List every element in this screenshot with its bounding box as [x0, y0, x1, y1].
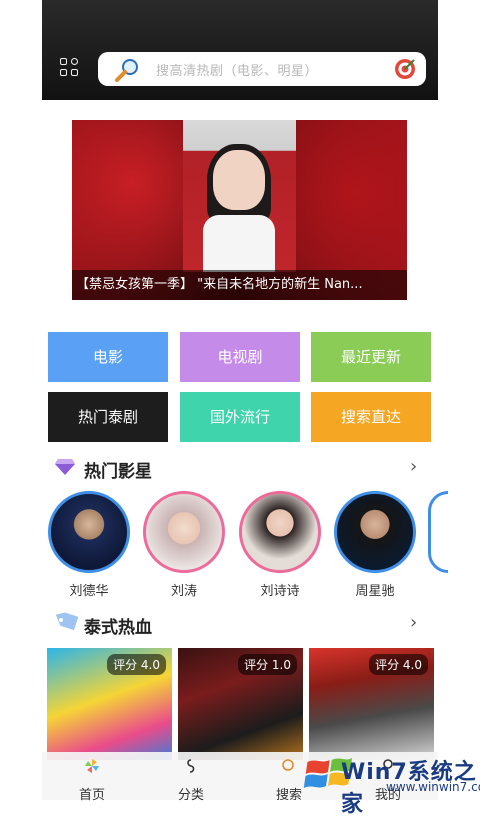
tab-category[interactable]: 分类 [161, 758, 221, 803]
tile-search-direct-label: 搜索直达 [340, 408, 401, 426]
search-placeholder[interactable]: 搜高清热剧（电影、明星） [156, 60, 318, 79]
banner-poster-image [183, 120, 296, 272]
category-grid-icon[interactable] [60, 58, 82, 80]
watermark-url: www.winwin7.com [386, 780, 480, 794]
home-pinwheel-icon [85, 759, 99, 773]
star-name-2: 刘涛 [170, 584, 197, 599]
featured-banner[interactable]: 【禁忌女孩第一季】 "来自未名地方的新生 Nan... [72, 120, 407, 300]
tab-home[interactable]: 首页 [62, 758, 122, 803]
movie-card-1[interactable]: 评分 4.0 [47, 648, 172, 760]
star-avatar-2[interactable] [143, 491, 225, 573]
tile-hot-thai-drama[interactable]: 热门泰剧 [48, 392, 168, 442]
search-tab-icon [282, 759, 294, 771]
star-avatar-partial[interactable] [428, 491, 448, 573]
movie-card-3[interactable]: 评分 4.0 [309, 648, 434, 760]
diamond-icon [55, 459, 75, 475]
tab-home-label: 首页 [78, 788, 105, 803]
tile-movies[interactable]: 电影 [48, 332, 168, 382]
search-bar[interactable]: 搜高清热剧（电影、明星） [98, 52, 426, 86]
thai-section-more-chevron-icon[interactable]: › [410, 612, 417, 633]
tile-search-direct[interactable]: 搜索直达 [311, 392, 431, 442]
target-icon[interactable] [394, 58, 416, 80]
movie-rating-1: 评分 4.0 [107, 654, 166, 675]
tile-foreign-popular[interactable]: 国外流行 [180, 392, 300, 442]
star-name-1: 刘德华 [69, 584, 109, 599]
poster-body [203, 215, 275, 272]
tile-recent-updates-label: 最近更新 [340, 348, 401, 366]
poster-face [213, 150, 265, 210]
hot-stars-title: 热门影星 [84, 462, 152, 482]
banner-caption: 【禁忌女孩第一季】 "来自未名地方的新生 Nan... [72, 270, 407, 300]
movie-rating-2: 评分 1.0 [238, 654, 297, 675]
tile-hot-thai-drama-label: 热门泰剧 [77, 408, 138, 426]
thai-section-title: 泰式热血 [84, 618, 152, 638]
star-avatar-3[interactable] [239, 491, 321, 573]
tile-foreign-popular-label: 国外流行 [209, 408, 270, 426]
star-name-3: 刘诗诗 [260, 584, 300, 599]
star-name-4: 周星驰 [355, 584, 395, 599]
tab-category-label: 分类 [177, 788, 204, 803]
tile-movies-label: 电影 [92, 348, 123, 366]
tile-recent-updates[interactable]: 最近更新 [311, 332, 431, 382]
star-avatar-4[interactable] [334, 491, 416, 573]
hot-stars-more-chevron-icon[interactable]: › [410, 456, 417, 477]
tile-tv-series-label: 电视剧 [217, 348, 263, 366]
star-avatar-1[interactable] [48, 491, 130, 573]
tile-tv-series[interactable]: 电视剧 [180, 332, 300, 382]
magnifier-icon [115, 59, 138, 82]
tag-icon [55, 612, 78, 631]
movie-rating-3: 评分 4.0 [369, 654, 428, 675]
category-tab-icon [187, 759, 195, 773]
movie-card-2[interactable]: 评分 1.0 [178, 648, 303, 760]
